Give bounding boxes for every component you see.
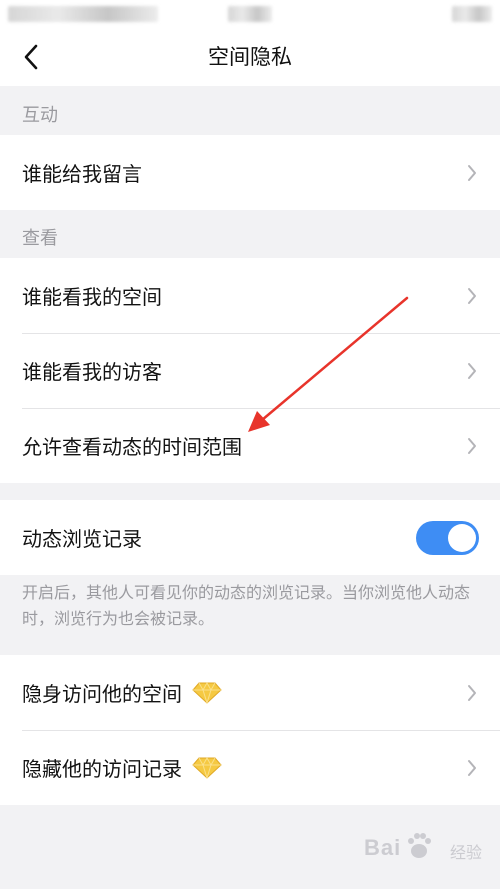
diamond-icon (192, 756, 222, 779)
row-who-can-see-space[interactable]: 谁能看我的空间 (0, 258, 500, 333)
row-who-can-leave-message[interactable]: 谁能给我留言 (0, 135, 500, 210)
status-blur-right (452, 6, 492, 22)
diamond-icon (192, 681, 222, 704)
toggle-knob (448, 523, 476, 552)
watermark-text: Bai (364, 835, 402, 860)
row-label: 动态浏览记录 (22, 527, 142, 551)
group-vip: 隐身访问他的空间 隐藏他的访问记录 (0, 655, 500, 805)
nav-bar: 空间隐私 (0, 28, 500, 86)
row-feed-browse-record: 动态浏览记录 (0, 500, 500, 575)
chevron-right-icon (466, 164, 478, 182)
browse-record-toggle[interactable] (416, 520, 479, 555)
row-label: 谁能看我的空间 (22, 285, 162, 309)
row-label: 隐藏他的访问记录 (22, 757, 182, 781)
paw-icon (408, 833, 431, 858)
browse-record-description: 开启后，其他人可看见你的动态的浏览记录。当你浏览他人动态时，浏览行为也会被记录。 (22, 583, 471, 628)
chevron-right-icon (466, 287, 478, 305)
watermark-sub: 经验 (449, 843, 482, 862)
chevron-right-icon (466, 437, 478, 455)
chevron-right-icon (466, 759, 478, 777)
row-label: 隐身访问他的空间 (22, 682, 182, 706)
row-invisible-visit[interactable]: 隐身访问他的空间 (0, 655, 500, 730)
section-label-view: 查看 (22, 228, 58, 249)
row-hide-visit-record[interactable]: 隐藏他的访问记录 (0, 730, 500, 805)
section-label-interaction: 互动 (22, 105, 58, 126)
chevron-right-icon (466, 684, 478, 702)
row-label: 允许查看动态的时间范围 (22, 435, 242, 459)
status-blur-center (228, 6, 272, 22)
group-view: 谁能看我的空间 谁能看我的访客 允许查看动态的时间范围 (0, 258, 500, 483)
status-bar (0, 0, 500, 28)
row-who-can-see-visitors[interactable]: 谁能看我的访客 (0, 333, 500, 408)
page-title: 空间隐私 (208, 45, 292, 69)
group-browse-record: 动态浏览记录 (0, 500, 500, 575)
baidu-watermark: Bai 经验 (362, 829, 482, 869)
chevron-right-icon (466, 362, 478, 380)
status-blur-left (8, 6, 158, 22)
row-label: 谁能看我的访客 (22, 360, 162, 384)
group-interaction: 谁能给我留言 (0, 135, 500, 210)
row-label: 谁能给我留言 (22, 162, 142, 186)
row-feed-time-range[interactable]: 允许查看动态的时间范围 (0, 408, 500, 483)
